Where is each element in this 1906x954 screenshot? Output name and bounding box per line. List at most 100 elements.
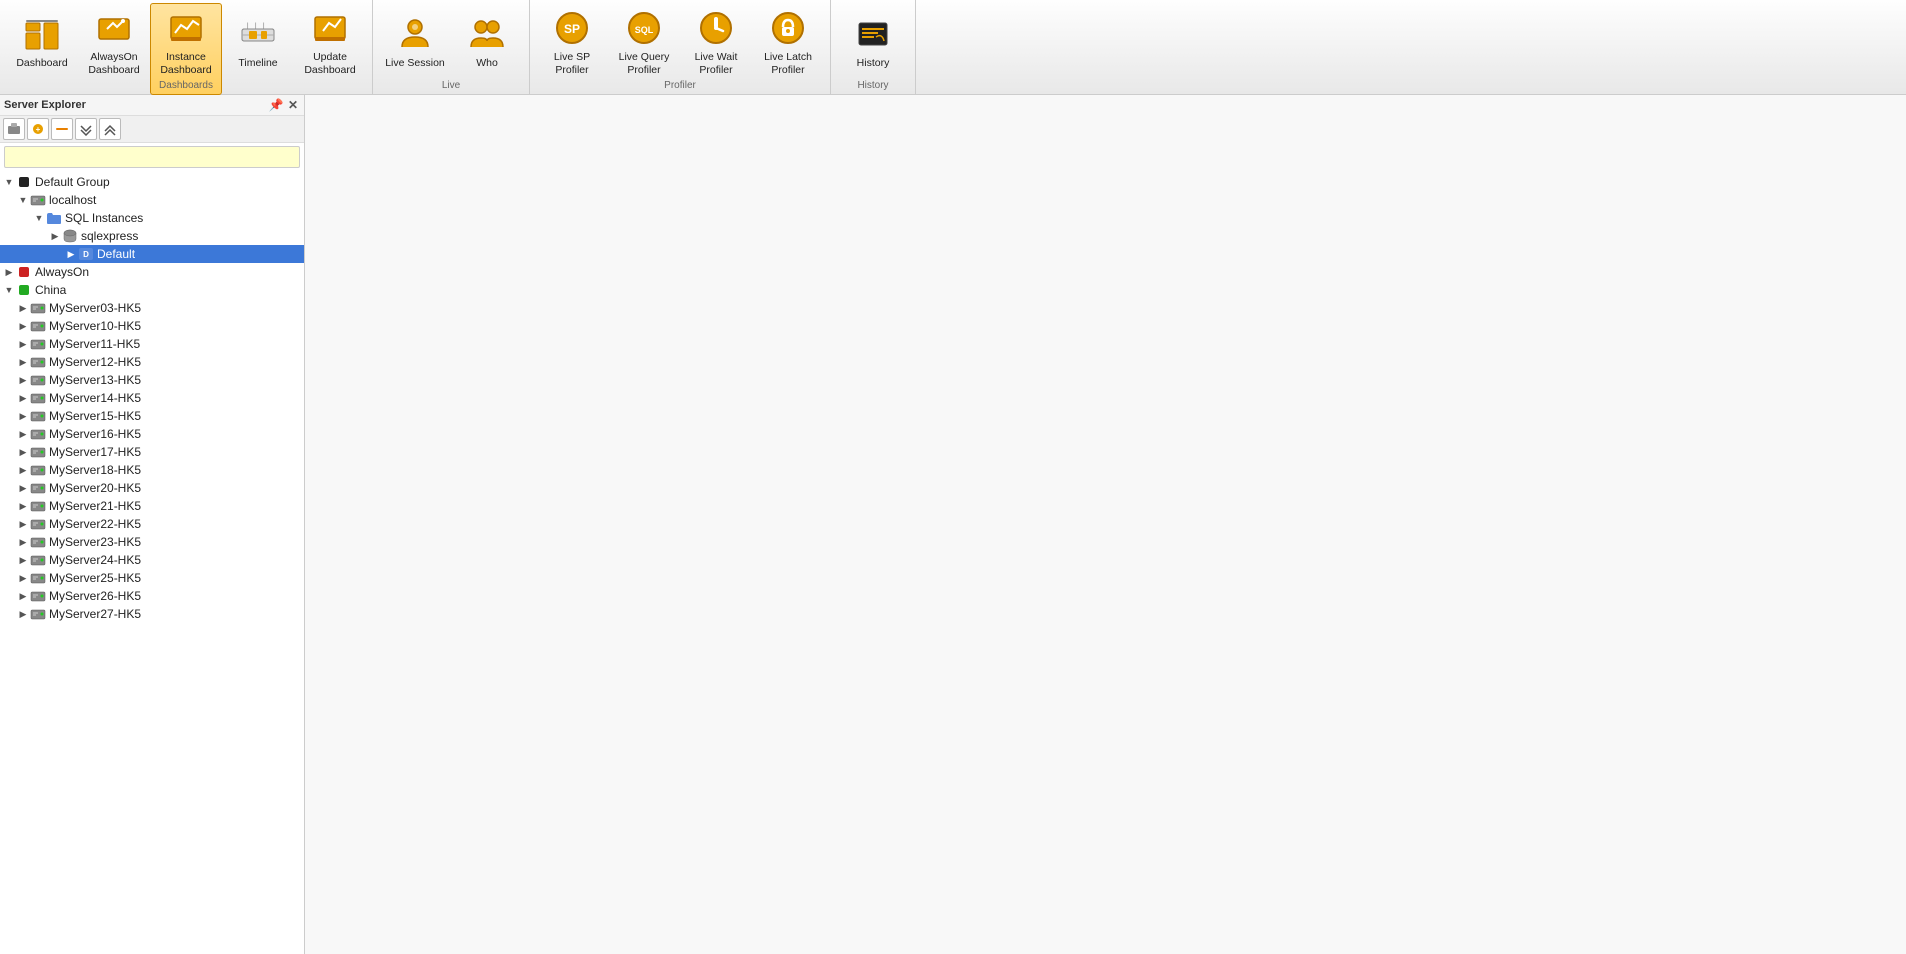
tree-node-sql-instances[interactable]: ▼ SQL Instances [0, 209, 304, 227]
expander-myserver18: ▶ [16, 463, 30, 477]
tree-node-default[interactable]: ▶ D Default [0, 245, 304, 263]
tree-node-alwayson[interactable]: ▶ AlwaysOn [0, 263, 304, 281]
instance-dashboard-label: Instance Dashboard [155, 51, 217, 76]
tree-node-myserver10[interactable]: ▶ MyServer10-HK5 [0, 317, 304, 335]
node-label-myserver25: MyServer25-HK5 [49, 571, 141, 585]
timeline-button[interactable]: | | | Timeline [222, 9, 294, 89]
server-icon-myserver27 [30, 606, 46, 622]
timeline-icon: | | | [238, 14, 278, 54]
expander-myserver12: ▶ [16, 355, 30, 369]
node-label-myserver24: MyServer24-HK5 [49, 553, 141, 567]
server-explorer-toolbar: + [0, 116, 304, 143]
server-explorer-header: Server Explorer 📌 ✕ [0, 95, 304, 116]
china-children: ▶ MyServer03-HK5 ▶ MyServer10-HK5 ▶ [0, 299, 304, 623]
expander-myserver25: ▶ [16, 571, 30, 585]
tree-node-myserver18[interactable]: ▶ MyServer18-HK5 [0, 461, 304, 479]
tree-node-myserver16[interactable]: ▶ MyServer16-HK5 [0, 425, 304, 443]
se-tool-btn-collapse[interactable] [99, 118, 121, 140]
server-icon-myserver26 [30, 588, 46, 604]
tree-node-sqlexpress[interactable]: ▶ sqlexpress [0, 227, 304, 245]
node-label-myserver27: MyServer27-HK5 [49, 607, 141, 621]
server-icon-myserver16 [30, 426, 46, 442]
node-label-localhost: localhost [49, 193, 96, 207]
expander-myserver16: ▶ [16, 427, 30, 441]
close-icon[interactable]: ✕ [286, 98, 300, 112]
server-icon-localhost [30, 192, 46, 208]
server-explorer-panel: Server Explorer 📌 ✕ + [0, 95, 305, 954]
node-label-myserver23: MyServer23-HK5 [49, 535, 141, 549]
server-icon-myserver24 [30, 552, 46, 568]
instance-dashboard-icon [166, 8, 206, 48]
tree-node-myserver15[interactable]: ▶ MyServer15-HK5 [0, 407, 304, 425]
history-button[interactable]: History [837, 9, 909, 89]
who-label: Who [476, 57, 498, 70]
node-label-myserver18: MyServer18-HK5 [49, 463, 141, 477]
node-label-default: Default [97, 247, 135, 261]
expander-myserver17: ▶ [16, 445, 30, 459]
dashboard-button[interactable]: Dashboard [6, 9, 78, 89]
history-label: History [857, 57, 890, 70]
expander-default: ▶ [64, 247, 78, 261]
node-label-myserver11: MyServer11-HK5 [49, 337, 140, 351]
svg-text:|: | [263, 23, 265, 29]
node-label-sqlexpress: sqlexpress [81, 229, 138, 243]
node-label-myserver17: MyServer17-HK5 [49, 445, 141, 459]
tree-node-default-group[interactable]: ▼ Default Group [0, 173, 304, 191]
se-tool-btn-1[interactable] [3, 118, 25, 140]
node-label-myserver13: MyServer13-HK5 [49, 373, 141, 387]
tree-node-myserver20[interactable]: ▶ MyServer20-HK5 [0, 479, 304, 497]
expander-myserver27: ▶ [16, 607, 30, 621]
tree-node-myserver17[interactable]: ▶ MyServer17-HK5 [0, 443, 304, 461]
tree-node-myserver22[interactable]: ▶ MyServer22-HK5 [0, 515, 304, 533]
tree-node-myserver21[interactable]: ▶ MyServer21-HK5 [0, 497, 304, 515]
pin-icon[interactable]: 📌 [269, 98, 283, 112]
expander-myserver23: ▶ [16, 535, 30, 549]
live-session-button[interactable]: Live Session [379, 9, 451, 89]
tree-node-myserver13[interactable]: ▶ MyServer13-HK5 [0, 371, 304, 389]
tree-node-myserver14[interactable]: ▶ MyServer14-HK5 [0, 389, 304, 407]
tree-node-myserver27[interactable]: ▶ MyServer27-HK5 [0, 605, 304, 623]
history-icon [853, 14, 893, 54]
node-label-myserver15: MyServer15-HK5 [49, 409, 141, 423]
tree-node-myserver23[interactable]: ▶ MyServer23-HK5 [0, 533, 304, 551]
svg-text:SP: SP [564, 22, 580, 36]
server-explorer-search[interactable] [4, 146, 300, 168]
dashboard-icon [22, 14, 62, 54]
tree-node-myserver24[interactable]: ▶ MyServer24-HK5 [0, 551, 304, 569]
node-label-myserver22: MyServer22-HK5 [49, 517, 141, 531]
tree-node-myserver12[interactable]: ▶ MyServer12-HK5 [0, 353, 304, 371]
se-tool-btn-2[interactable]: + [27, 118, 49, 140]
toolbar-group-dashboards: Dashboard AlwaysOn Dashboard [0, 0, 373, 94]
server-icon-myserver11 [30, 336, 46, 352]
content-area [305, 95, 1906, 954]
db-icon-default: D [78, 246, 94, 262]
svg-text:D: D [83, 250, 89, 259]
node-label-myserver14: MyServer14-HK5 [49, 391, 141, 405]
server-icon-myserver25 [30, 570, 46, 586]
server-explorer-title: Server Explorer [4, 99, 269, 111]
tree-node-china[interactable]: ▼ China [0, 281, 304, 299]
server-icon-myserver20 [30, 480, 46, 496]
node-label-myserver21: MyServer21-HK5 [49, 499, 141, 513]
server-icon-myserver03 [30, 300, 46, 316]
expander-myserver15: ▶ [16, 409, 30, 423]
server-explorer-header-icons: 📌 ✕ [269, 98, 300, 112]
expander-myserver26: ▶ [16, 589, 30, 603]
tree-node-localhost[interactable]: ▼ localhost [0, 191, 304, 209]
tree-node-myserver11[interactable]: ▶ MyServer11-HK5 [0, 335, 304, 353]
tree-node-myserver25[interactable]: ▶ MyServer25-HK5 [0, 569, 304, 587]
server-icon-myserver15 [30, 408, 46, 424]
se-tool-btn-3[interactable] [51, 118, 73, 140]
expander-myserver22: ▶ [16, 517, 30, 531]
live-group-label: Live [373, 80, 529, 91]
live-sp-profiler-label: Live SP Profiler [541, 51, 603, 76]
group-red-icon [16, 264, 32, 280]
update-dashboard-icon [310, 8, 350, 48]
se-tool-btn-expand[interactable] [75, 118, 97, 140]
tree-node-myserver26[interactable]: ▶ MyServer26-HK5 [0, 587, 304, 605]
tree-node-myserver03[interactable]: ▶ MyServer03-HK5 [0, 299, 304, 317]
live-sp-profiler-icon: SP [552, 8, 592, 48]
who-button[interactable]: Who [451, 9, 523, 89]
expander-alwayson: ▶ [2, 265, 16, 279]
node-label-china: China [35, 283, 66, 297]
